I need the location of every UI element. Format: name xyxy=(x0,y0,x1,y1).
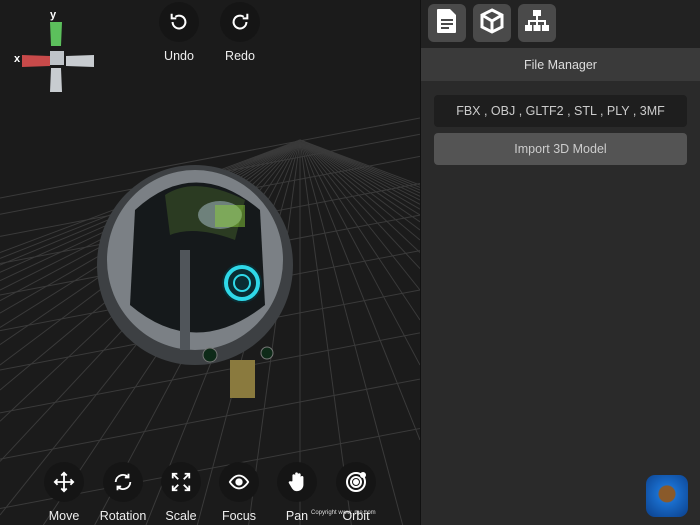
tab-file-manager[interactable] xyxy=(428,4,466,42)
redo-label: Redo xyxy=(225,49,255,63)
grid-line xyxy=(299,139,420,253)
redo-icon xyxy=(220,2,260,42)
grid-line xyxy=(299,139,420,366)
y-axis-label: y xyxy=(50,9,57,21)
move-label: Move xyxy=(48,509,80,523)
scale-button[interactable]: Scale xyxy=(153,462,209,523)
eye-icon xyxy=(219,462,259,502)
move-button[interactable]: Move xyxy=(36,462,92,523)
file-icon xyxy=(436,8,458,39)
undo-button[interactable]: Undo xyxy=(151,2,207,63)
grid-line xyxy=(299,139,420,201)
app-logo-icon[interactable] xyxy=(646,475,688,517)
import-3d-model-button[interactable]: Import 3D Model xyxy=(434,133,687,165)
rotation-label: Rotation xyxy=(99,509,147,523)
scale-label: Scale xyxy=(165,509,197,523)
panel-tabs xyxy=(421,0,700,48)
panel-title: File Manager xyxy=(421,48,700,81)
tab-model[interactable] xyxy=(473,4,511,42)
scale-icon xyxy=(161,462,201,502)
hierarchy-icon xyxy=(524,9,550,38)
supported-formats: FBX , OBJ , GLTF2 , STL , PLY , 3MF xyxy=(434,95,687,127)
x-axis-label: x xyxy=(14,53,21,65)
side-panel: File Manager FBX , OBJ , GLTF2 , STL , P… xyxy=(420,0,700,525)
move-icon xyxy=(44,462,84,502)
orbit-icon xyxy=(336,462,376,502)
cube-icon xyxy=(479,7,505,39)
helmet-model[interactable] xyxy=(95,155,305,400)
copyright-text: Copyright www. me.com xyxy=(311,510,376,516)
rotation-button[interactable]: Rotation xyxy=(95,462,151,523)
grid-line xyxy=(299,139,420,241)
3d-viewport[interactable]: y x Undo Redo Move Rotation Scale Focus … xyxy=(0,0,420,525)
rotate-icon xyxy=(103,462,143,502)
hand-icon xyxy=(277,462,317,502)
grid-line xyxy=(299,139,420,223)
focus-label: Focus xyxy=(221,509,257,523)
focus-button[interactable]: Focus xyxy=(211,462,267,523)
tab-hierarchy[interactable] xyxy=(518,4,556,42)
undo-label: Undo xyxy=(164,49,194,63)
redo-button[interactable]: Redo xyxy=(212,2,268,63)
axis-gizmo[interactable]: y x xyxy=(8,6,98,96)
undo-icon xyxy=(159,2,199,42)
